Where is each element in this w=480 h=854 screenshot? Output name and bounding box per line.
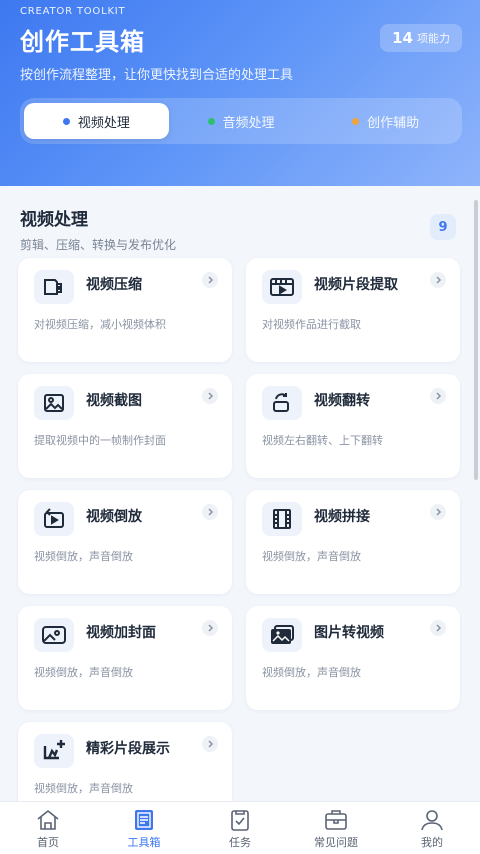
chevron-right-icon bbox=[202, 736, 218, 752]
tool-card-video-flip[interactable]: 视频翻转 视频左右翻转、上下翻转 bbox=[246, 374, 460, 478]
tool-title: 精彩片段展示 bbox=[86, 741, 170, 757]
faq-icon bbox=[325, 810, 347, 830]
tool-title: 视频拼接 bbox=[314, 509, 370, 525]
header-banner: CREATOR TOOLKIT 创作工具箱 按创作流程整理，让你更快找到合适的处… bbox=[0, 0, 480, 186]
capability-count: 14 bbox=[392, 29, 413, 47]
reverse-icon bbox=[34, 502, 74, 536]
tool-card-video-merge[interactable]: 视频拼接 视频倒放，声音倒放 bbox=[246, 490, 460, 594]
page-subtitle: 按创作流程整理，让你更快找到合适的处理工具 bbox=[20, 68, 294, 83]
compress-icon bbox=[34, 270, 74, 304]
tool-card-video-screenshot[interactable]: 视频截图 提取视频中的一帧制作封面 bbox=[18, 374, 232, 478]
flip-icon bbox=[262, 386, 302, 420]
cover-icon bbox=[34, 618, 74, 652]
scrollbar[interactable] bbox=[474, 200, 478, 480]
nav-profile[interactable]: 我的 bbox=[384, 802, 480, 854]
tool-card-video-reverse[interactable]: 视频倒放 视频倒放，声音倒放 bbox=[18, 490, 232, 594]
tool-desc: 视频倒放，声音倒放 bbox=[262, 550, 361, 563]
tool-title: 视频压缩 bbox=[86, 277, 142, 293]
page-title: 创作工具箱 bbox=[20, 28, 145, 56]
nav-label: 我的 bbox=[421, 836, 443, 849]
tool-desc: 提取视频中的一帧制作封面 bbox=[34, 434, 166, 447]
chevron-right-icon bbox=[430, 272, 446, 288]
screenshot-icon bbox=[34, 386, 74, 420]
chevron-right-icon bbox=[202, 272, 218, 288]
nav-task[interactable]: 任务 bbox=[192, 802, 288, 854]
tool-desc: 视频左右翻转、上下翻转 bbox=[262, 434, 383, 447]
chevron-right-icon bbox=[430, 504, 446, 520]
tool-title: 视频截图 bbox=[86, 393, 142, 409]
film-icon bbox=[262, 502, 302, 536]
nav-label: 任务 bbox=[229, 836, 251, 849]
dot-icon bbox=[62, 117, 70, 125]
section-subtitle: 剪辑、压缩、转换与发布优化 bbox=[20, 238, 177, 252]
category-tabs: 视频处理 音频处理 创作辅助 bbox=[20, 98, 462, 144]
nav-faq[interactable]: 常见问题 bbox=[288, 802, 384, 854]
tab-video[interactable]: 视频处理 bbox=[24, 103, 169, 139]
tool-card-video-clip[interactable]: 视频片段提取 对视频作品进行截取 bbox=[246, 258, 460, 362]
nav-label: 工具箱 bbox=[127, 836, 161, 849]
chevron-right-icon bbox=[202, 388, 218, 404]
chevron-right-icon bbox=[202, 620, 218, 636]
section-title: 视频处理 bbox=[20, 210, 88, 230]
highlight-icon bbox=[34, 734, 74, 768]
tool-desc: 视频倒放，声音倒放 bbox=[262, 666, 361, 679]
profile-icon bbox=[421, 810, 443, 831]
brand-label: CREATOR TOOLKIT bbox=[20, 6, 126, 17]
tool-title: 视频加封面 bbox=[86, 625, 156, 641]
chevron-right-icon bbox=[430, 388, 446, 404]
nav-home[interactable]: 首页 bbox=[0, 802, 96, 854]
tool-desc: 对视频压缩，减小视频体积 bbox=[34, 318, 166, 331]
section-count-badge: 9 bbox=[430, 214, 456, 240]
dot-icon bbox=[352, 117, 360, 125]
tool-title: 视频片段提取 bbox=[314, 277, 398, 293]
nav-label: 首页 bbox=[37, 836, 59, 849]
nav-label: 常见问题 bbox=[314, 836, 358, 849]
tool-card-video-compress[interactable]: 视频压缩 对视频压缩，减小视频体积 bbox=[18, 258, 232, 362]
toolbox-icon bbox=[135, 810, 153, 830]
tool-title: 视频翻转 bbox=[314, 393, 370, 409]
tool-desc: 视频倒放，声音倒放 bbox=[34, 550, 133, 563]
tool-card-video-cover[interactable]: 视频加封面 视频倒放，声音倒放 bbox=[18, 606, 232, 710]
tool-title: 视频倒放 bbox=[86, 509, 142, 525]
tool-title: 图片转视频 bbox=[314, 625, 384, 641]
section-header: 视频处理 剪辑、压缩、转换与发布优化 bbox=[20, 205, 176, 253]
tab-assist[interactable]: 创作辅助 bbox=[313, 103, 458, 139]
tool-desc: 视频倒放，声音倒放 bbox=[34, 782, 133, 795]
clip-icon bbox=[262, 270, 302, 304]
image-to-video-icon bbox=[262, 618, 302, 652]
capability-count-unit: 项能力 bbox=[417, 32, 450, 45]
nav-toolbox[interactable]: 工具箱 bbox=[96, 802, 192, 854]
task-icon bbox=[231, 810, 249, 831]
bottom-nav: 首页 工具箱 任务 常见问题 我的 bbox=[0, 801, 480, 854]
tool-desc: 对视频作品进行截取 bbox=[262, 318, 361, 331]
tab-audio[interactable]: 音频处理 bbox=[169, 103, 314, 139]
tool-desc: 视频倒放，声音倒放 bbox=[34, 666, 133, 679]
home-icon bbox=[37, 809, 59, 830]
tab-label: 视频处理 bbox=[77, 115, 130, 131]
tool-grid: 视频压缩 对视频压缩，减小视频体积 视频片段提取 对视频作品进行截取 视频截图 … bbox=[18, 258, 462, 826]
tool-card-image-to-video[interactable]: 图片转视频 视频倒放，声音倒放 bbox=[246, 606, 460, 710]
chevron-right-icon bbox=[202, 504, 218, 520]
chevron-right-icon bbox=[430, 620, 446, 636]
tab-label: 音频处理 bbox=[222, 115, 275, 131]
tab-label: 创作辅助 bbox=[367, 115, 420, 131]
capability-count-badge: 14 项能力 bbox=[380, 24, 462, 52]
dot-icon bbox=[207, 117, 215, 125]
